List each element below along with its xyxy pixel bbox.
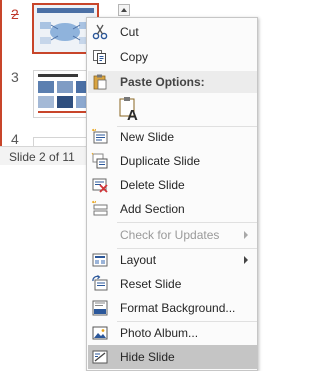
scissors-icon	[92, 24, 108, 40]
scroll-up-arrow-icon[interactable]	[118, 4, 130, 16]
submenu-arrow-icon	[244, 256, 248, 264]
menu-item-label: Duplicate Slide	[120, 154, 201, 168]
menu-item-label: Format Background...	[120, 301, 236, 315]
reset-slide-icon	[92, 275, 108, 291]
duplicate-slide-icon	[91, 152, 108, 169]
menu-item-label: Copy	[120, 50, 149, 64]
add-section-icon	[91, 200, 108, 216]
status-bar-slide-count: Slide 2 of 11	[0, 146, 86, 165]
menu-item-label: Check for Updates	[120, 228, 220, 242]
menu-item-label: New Slide	[120, 130, 175, 144]
paste-keep-text-icon: A	[119, 97, 138, 124]
menu-item-layout[interactable]: Layout	[88, 248, 257, 272]
layout-icon	[92, 253, 108, 267]
menu-item-hide-slide[interactable]: Hide Slide	[88, 345, 257, 369]
paste-options-label: Paste Options:	[120, 75, 205, 89]
menu-item-new-slide[interactable]: New Slide	[88, 125, 257, 149]
menu-item-label: Layout	[120, 253, 157, 267]
slide-number-3: 3	[11, 69, 19, 85]
menu-item-reset-slide[interactable]: Reset Slide	[88, 272, 257, 296]
menu-item-copy[interactable]: Copy	[88, 45, 257, 69]
menu-item-delete-slide[interactable]: Delete Slide	[88, 173, 257, 197]
menu-item-duplicate-slide[interactable]: Duplicate Slide	[88, 149, 257, 173]
paste-options-header: Paste Options:	[88, 71, 257, 93]
context-menu: Cut Copy Paste Options: A New Slide Dupl…	[86, 17, 258, 371]
new-slide-icon	[91, 128, 108, 144]
menu-item-label: Cut	[120, 25, 139, 39]
copy-icon	[93, 50, 106, 64]
menu-item-label: Add Section	[120, 202, 185, 216]
menu-item-label: Hide Slide	[120, 350, 175, 364]
menu-item-add-section[interactable]: Add Section	[88, 197, 257, 221]
delete-slide-icon	[92, 178, 108, 193]
submenu-arrow-icon	[244, 231, 248, 239]
clipboard-icon	[93, 74, 107, 90]
pane-accent-bar	[0, 0, 2, 165]
menu-item-label: Delete Slide	[120, 178, 185, 192]
svg-text:A: A	[127, 107, 138, 123]
slide-number-2: 2	[11, 6, 19, 22]
slide-number-4: 4	[11, 131, 19, 147]
menu-item-label: Photo Album...	[120, 326, 199, 340]
menu-item-photo-album[interactable]: Photo Album...	[88, 321, 257, 345]
paste-keep-text-only-button[interactable]: A	[115, 95, 143, 124]
menu-item-format-background[interactable]: Format Background...	[88, 296, 257, 320]
photo-album-icon	[92, 326, 108, 340]
menu-item-check-for-updates: Check for Updates	[88, 223, 257, 247]
hide-slide-icon	[92, 350, 108, 364]
format-background-icon	[92, 300, 108, 316]
menu-item-cut[interactable]: Cut	[88, 20, 257, 44]
menu-item-label: Reset Slide	[120, 277, 182, 291]
